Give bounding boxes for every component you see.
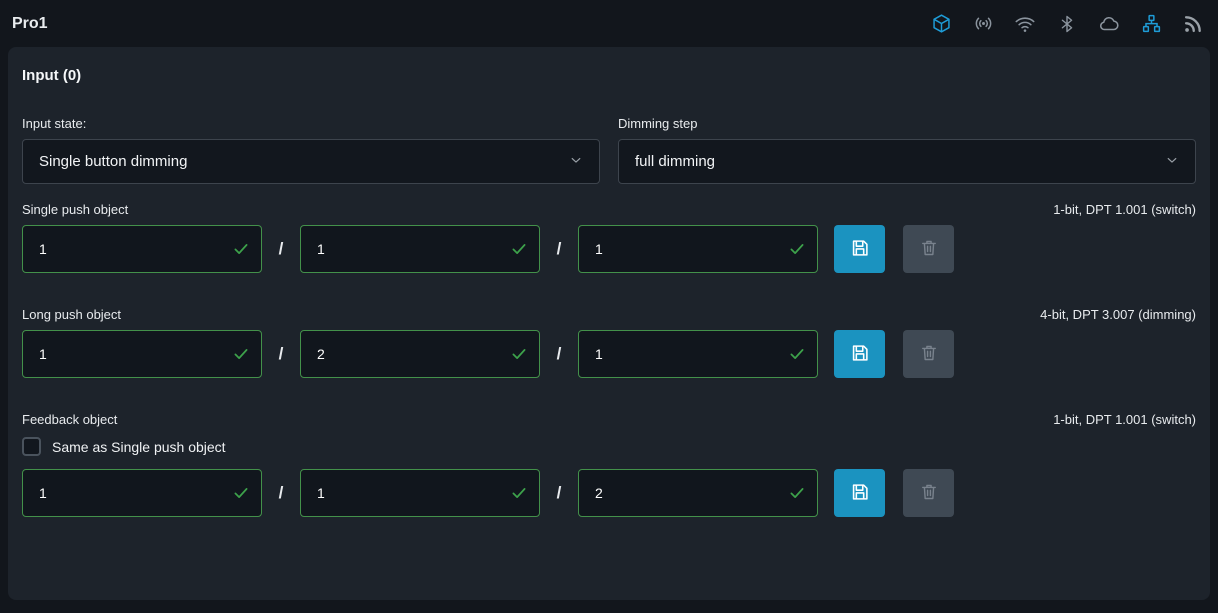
- input-state-value: Single button dimming: [39, 153, 187, 170]
- trash-icon: [919, 343, 939, 366]
- ga-separator: /: [540, 483, 578, 503]
- save-icon: [849, 342, 871, 367]
- input-panel: Input (0) Input state: Single button dim…: [8, 47, 1210, 600]
- ga-separator: /: [262, 483, 300, 503]
- ga-separator: /: [540, 344, 578, 364]
- ga-middle-field: [300, 225, 540, 273]
- single-push-dpt: 1-bit, DPT 1.001 (switch): [1053, 202, 1196, 217]
- rss-icon[interactable]: [1182, 13, 1204, 35]
- save-button[interactable]: [834, 330, 885, 378]
- lan-icon[interactable]: [1140, 13, 1162, 35]
- ga-middle-input[interactable]: [300, 469, 540, 517]
- ga-middle-input[interactable]: [300, 330, 540, 378]
- ga-row: / /: [22, 469, 1196, 517]
- ga-middle-field: [300, 469, 540, 517]
- ga-middle-field: [300, 330, 540, 378]
- same-as-single-push-label: Same as Single push object: [52, 439, 226, 455]
- status-icon-group: [930, 13, 1204, 35]
- ga-main-input[interactable]: [22, 469, 262, 517]
- ga-row: / /: [22, 330, 1196, 378]
- save-icon: [849, 237, 871, 262]
- ga-sub-input[interactable]: [578, 225, 818, 273]
- feedback-label: Feedback object: [22, 412, 117, 427]
- chevron-down-icon: [1165, 153, 1179, 171]
- ga-main-field: [22, 330, 262, 378]
- chevron-down-icon: [569, 153, 583, 171]
- input-state-select[interactable]: Single button dimming: [22, 139, 600, 184]
- long-push-dpt: 4-bit, DPT 3.007 (dimming): [1040, 307, 1196, 322]
- save-button[interactable]: [834, 469, 885, 517]
- wifi-icon[interactable]: [1014, 13, 1036, 35]
- selects-row: Input state: Single button dimming Dimmi…: [22, 116, 1196, 184]
- same-as-single-push-row: Same as Single push object: [22, 437, 1196, 456]
- long-push-label: Long push object: [22, 307, 121, 322]
- feedback-dpt: 1-bit, DPT 1.001 (switch): [1053, 412, 1196, 427]
- dimming-step-select[interactable]: full dimming: [618, 139, 1196, 184]
- panel-title: Input (0): [22, 67, 1196, 84]
- page-title: Pro1: [12, 15, 48, 33]
- ga-main-field: [22, 225, 262, 273]
- dimming-step-value: full dimming: [635, 153, 715, 170]
- ga-sub-field: [578, 330, 818, 378]
- ga-main-input[interactable]: [22, 225, 262, 273]
- feedback-section: Feedback object 1-bit, DPT 1.001 (switch…: [22, 412, 1196, 517]
- long-push-section: Long push object 4-bit, DPT 3.007 (dimmi…: [22, 307, 1196, 378]
- dimming-step-field: Dimming step full dimming: [618, 116, 1196, 184]
- ga-separator: /: [262, 239, 300, 259]
- trash-icon: [919, 238, 939, 261]
- broadcast-icon[interactable]: [972, 13, 994, 35]
- ga-middle-input[interactable]: [300, 225, 540, 273]
- delete-button[interactable]: [903, 225, 954, 273]
- ga-sub-input[interactable]: [578, 330, 818, 378]
- input-state-label: Input state:: [22, 116, 600, 131]
- ga-row: / /: [22, 225, 1196, 273]
- cloud-icon[interactable]: [1098, 13, 1120, 35]
- save-icon: [849, 481, 871, 506]
- trash-icon: [919, 482, 939, 505]
- ga-sub-field: [578, 225, 818, 273]
- ga-sub-input[interactable]: [578, 469, 818, 517]
- delete-button[interactable]: [903, 330, 954, 378]
- ga-separator: /: [540, 239, 578, 259]
- single-push-section: Single push object 1-bit, DPT 1.001 (swi…: [22, 202, 1196, 273]
- input-state-field: Input state: Single button dimming: [22, 116, 600, 184]
- cube-icon[interactable]: [930, 13, 952, 35]
- single-push-label: Single push object: [22, 202, 128, 217]
- top-bar: Pro1: [0, 0, 1218, 47]
- dimming-step-label: Dimming step: [618, 116, 1196, 131]
- same-as-single-push-checkbox[interactable]: [22, 437, 41, 456]
- save-button[interactable]: [834, 225, 885, 273]
- ga-sub-field: [578, 469, 818, 517]
- ga-main-input[interactable]: [22, 330, 262, 378]
- bluetooth-icon[interactable]: [1056, 13, 1078, 35]
- ga-separator: /: [262, 344, 300, 364]
- ga-main-field: [22, 469, 262, 517]
- delete-button[interactable]: [903, 469, 954, 517]
